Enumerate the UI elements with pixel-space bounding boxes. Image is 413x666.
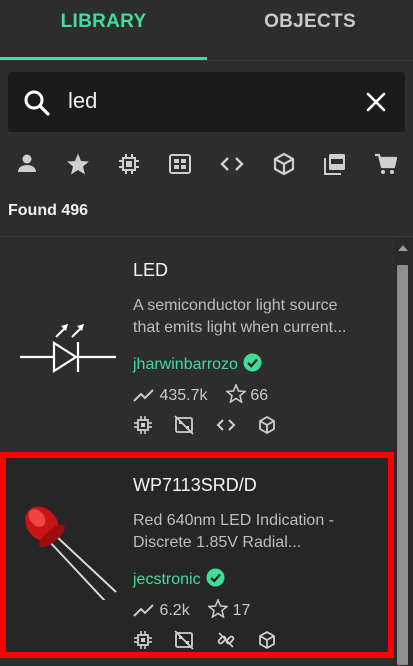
card-type-icons xyxy=(133,630,294,652)
card-description: Red 640nm LED Indication - Discrete 1.85… xyxy=(133,510,383,554)
author-name[interactable]: jharwinbarrozo xyxy=(133,356,238,373)
filter-bar xyxy=(0,145,413,183)
chip-icon xyxy=(134,631,152,649)
tab-objects[interactable]: OBJECTS xyxy=(207,0,413,60)
card-title[interactable]: LED xyxy=(133,260,168,281)
description-line: A semiconductor light source xyxy=(133,297,338,314)
tab-library[interactable]: LIBRARY xyxy=(0,0,207,60)
trend-icon xyxy=(133,389,154,402)
search-input[interactable] xyxy=(68,86,338,116)
no-footprint-icon xyxy=(174,415,195,435)
verified-icon xyxy=(243,353,262,372)
cube-icon xyxy=(259,416,276,434)
results-count: Found 496 xyxy=(8,202,89,219)
person-icon[interactable] xyxy=(14,151,40,177)
close-icon[interactable] xyxy=(365,91,387,113)
divider xyxy=(0,60,413,61)
scroll-up-arrow-icon[interactable] xyxy=(398,245,408,251)
results-list: LED A semiconductor light source that em… xyxy=(0,237,394,666)
scrollbar-thumb[interactable] xyxy=(397,265,408,665)
led-symbol-thumbnail xyxy=(20,324,116,374)
stars-stat[interactable]: 66 xyxy=(224,382,269,404)
description-line: that emits light when current... xyxy=(133,319,347,336)
no-footprint-icon xyxy=(174,630,195,650)
views-count: 6.2k xyxy=(159,602,190,619)
views-stat: 6.2k xyxy=(133,602,190,619)
card-stats: 6.2k 17 xyxy=(133,597,264,620)
star-icon[interactable] xyxy=(65,151,91,177)
scrollbar[interactable] xyxy=(394,237,413,666)
search-bar xyxy=(8,72,405,132)
cube-icon[interactable] xyxy=(271,151,297,177)
star-outline-icon xyxy=(224,382,248,404)
author-link[interactable]: jharwinbarrozo xyxy=(133,353,262,374)
trend-icon xyxy=(133,604,154,617)
verified-icon xyxy=(206,568,225,587)
chip-icon xyxy=(134,416,152,434)
stars-count: 66 xyxy=(250,387,269,404)
card-description: A semiconductor light source that emits … xyxy=(133,295,383,339)
description-line: Discrete 1.85V Radial... xyxy=(133,534,302,551)
views-count: 435.7k xyxy=(159,387,208,404)
code-icon[interactable] xyxy=(219,151,245,177)
chip-icon[interactable] xyxy=(116,151,142,177)
description-line: Red 640nm LED Indication - xyxy=(133,512,334,529)
card-title[interactable]: WP7113SRD/D xyxy=(133,475,257,496)
star-outline-icon xyxy=(207,597,230,619)
list-item[interactable]: LED A semiconductor light source that em… xyxy=(0,237,394,443)
card-type-icons xyxy=(133,415,294,437)
cube-icon xyxy=(259,631,276,649)
red-led-thumbnail xyxy=(25,506,117,600)
pdf-icon[interactable] xyxy=(322,151,348,177)
author-name[interactable]: jecstronic xyxy=(133,571,201,588)
no-link-icon xyxy=(217,632,235,648)
stars-stat[interactable]: 17 xyxy=(207,597,251,619)
cart-icon[interactable] xyxy=(373,151,399,177)
views-stat: 435.7k xyxy=(133,387,208,404)
code-icon xyxy=(216,419,236,431)
list-item-selected[interactable]: WP7113SRD/D Red 640nm LED Indication - D… xyxy=(0,452,394,658)
module-icon[interactable] xyxy=(167,151,193,177)
search-icon xyxy=(24,90,50,116)
card-stats: 435.7k 66 xyxy=(133,382,282,405)
stars-count: 17 xyxy=(232,602,251,619)
tab-bar: LIBRARY OBJECTS xyxy=(0,0,413,60)
author-link[interactable]: jecstronic xyxy=(133,568,225,589)
